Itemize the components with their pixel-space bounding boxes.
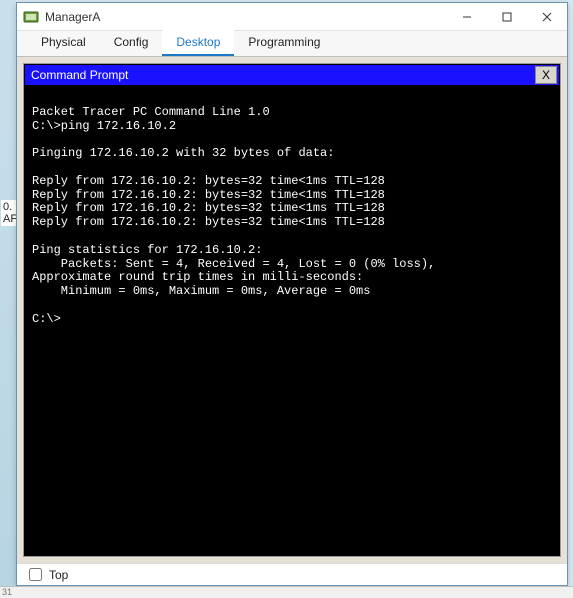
- top-checkbox[interactable]: [29, 568, 42, 581]
- footer-bar: Top: [17, 563, 567, 585]
- command-prompt-close-button[interactable]: X: [535, 66, 557, 84]
- status-text: 31: [2, 587, 12, 597]
- workspace: Command Prompt X Packet Tracer PC Comman…: [17, 57, 567, 563]
- bg-line2: AF: [3, 213, 17, 225]
- minimize-button[interactable]: [447, 3, 487, 30]
- tab-config[interactable]: Config: [100, 30, 163, 56]
- titlebar[interactable]: ManagerA: [17, 3, 567, 31]
- window-title: ManagerA: [45, 10, 447, 24]
- app-icon: [23, 9, 39, 25]
- top-label[interactable]: Top: [49, 568, 68, 582]
- tabbar: Physical Config Desktop Programming: [17, 31, 567, 57]
- tab-desktop[interactable]: Desktop: [162, 30, 234, 56]
- command-prompt-titlebar[interactable]: Command Prompt X: [24, 64, 560, 86]
- status-strip: 31: [0, 586, 573, 598]
- tab-physical[interactable]: Physical: [27, 30, 100, 56]
- terminal-output[interactable]: Packet Tracer PC Command Line 1.0 C:\>pi…: [24, 86, 560, 556]
- command-prompt-window: Command Prompt X Packet Tracer PC Comman…: [23, 63, 561, 557]
- app-window: ManagerA Physical Config Desktop Program…: [16, 2, 568, 586]
- bg-line1: 0.: [3, 201, 12, 213]
- close-button[interactable]: [527, 3, 567, 30]
- command-prompt-title: Command Prompt: [31, 68, 535, 82]
- window-controls: [447, 3, 567, 30]
- background-panel: [0, 0, 16, 598]
- maximize-button[interactable]: [487, 3, 527, 30]
- tab-programming[interactable]: Programming: [234, 30, 334, 56]
